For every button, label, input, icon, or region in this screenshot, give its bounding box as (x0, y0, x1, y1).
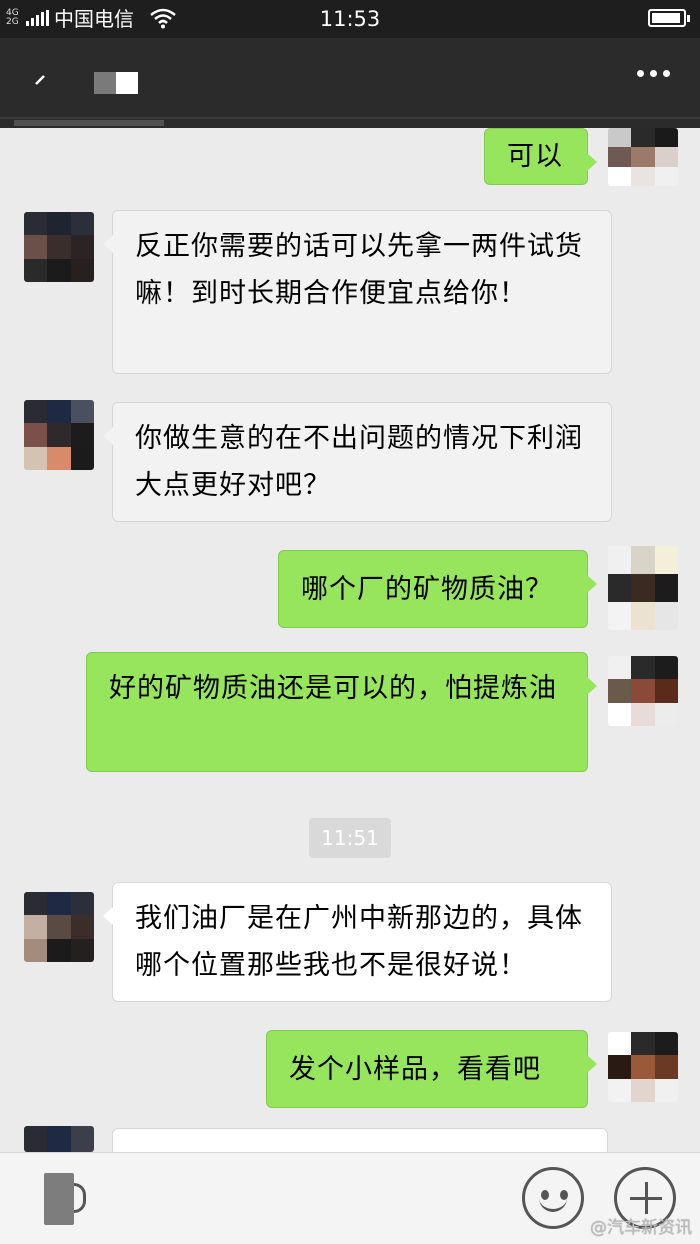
chat-header (0, 38, 700, 128)
outgoing-message[interactable]: 好的矿物质油还是可以的，怕提炼油 (86, 652, 597, 772)
contact-avatar[interactable] (24, 212, 94, 282)
message-text: 可以 (507, 141, 563, 172)
outgoing-message[interactable]: 发个小样品，看看吧 (266, 1030, 597, 1108)
my-avatar[interactable] (608, 128, 678, 186)
incoming-message[interactable]: 反正你需要的话可以先拿一两件试货嘛！到时长期合作便宜点给你！ (103, 210, 612, 374)
contact-avatar[interactable] (24, 892, 94, 962)
header-divider (0, 117, 700, 119)
contact-name-pixelated (94, 72, 138, 94)
header-artifact (14, 120, 164, 126)
incoming-message[interactable]: 我们油厂是在广州中新那边的，具体哪个位置那些我也不是很好说！ (103, 882, 612, 1002)
message-text: 哪个厂的矿物质油？ (301, 574, 553, 605)
wechat-chat-screen: 4G 2G 中国电信 11:53 可以 反正你需要的话可以先拿一两件试货嘛！到时… (0, 0, 700, 1244)
message-text: 你做生意的在不出问题的情况下利润大点更好对吧？ (135, 423, 583, 501)
clock: 11:53 (319, 7, 381, 31)
back-arrow-icon[interactable] (26, 58, 66, 98)
status-bar: 4G 2G 中国电信 11:53 (0, 0, 700, 38)
timestamp: 11:51 (309, 818, 391, 858)
my-avatar[interactable] (608, 656, 678, 726)
battery-icon (648, 9, 690, 27)
contact-avatar[interactable] (24, 1126, 94, 1152)
outgoing-message[interactable]: 哪个厂的矿物质油？ (278, 550, 597, 628)
more-dots-icon[interactable] (637, 70, 670, 77)
input-bar: @汽车新资讯 (0, 1152, 700, 1244)
message-list[interactable]: 可以 反正你需要的话可以先拿一两件试货嘛！到时长期合作便宜点给你！ 你做生意的在… (0, 128, 700, 1152)
emoji-icon[interactable] (522, 1167, 584, 1229)
my-avatar[interactable] (608, 546, 678, 630)
incoming-message-partial[interactable] (112, 1128, 608, 1152)
message-text: 好的矿物质油还是可以的，怕提炼油 (109, 673, 557, 704)
outgoing-message[interactable]: 可以 (484, 128, 597, 185)
incoming-message[interactable]: 你做生意的在不出问题的情况下利润大点更好对吧？ (103, 402, 612, 522)
message-text: 我们油厂是在广州中新那边的，具体哪个位置那些我也不是很好说！ (135, 903, 583, 981)
watermark: @汽车新资讯 (590, 1218, 692, 1238)
contact-avatar[interactable] (24, 400, 94, 470)
message-text: 反正你需要的话可以先拿一两件试货嘛！到时长期合作便宜点给你！ (135, 231, 583, 309)
message-text: 发个小样品，看看吧 (289, 1054, 541, 1085)
voice-icon[interactable] (44, 1173, 86, 1225)
my-avatar[interactable] (608, 1032, 678, 1102)
